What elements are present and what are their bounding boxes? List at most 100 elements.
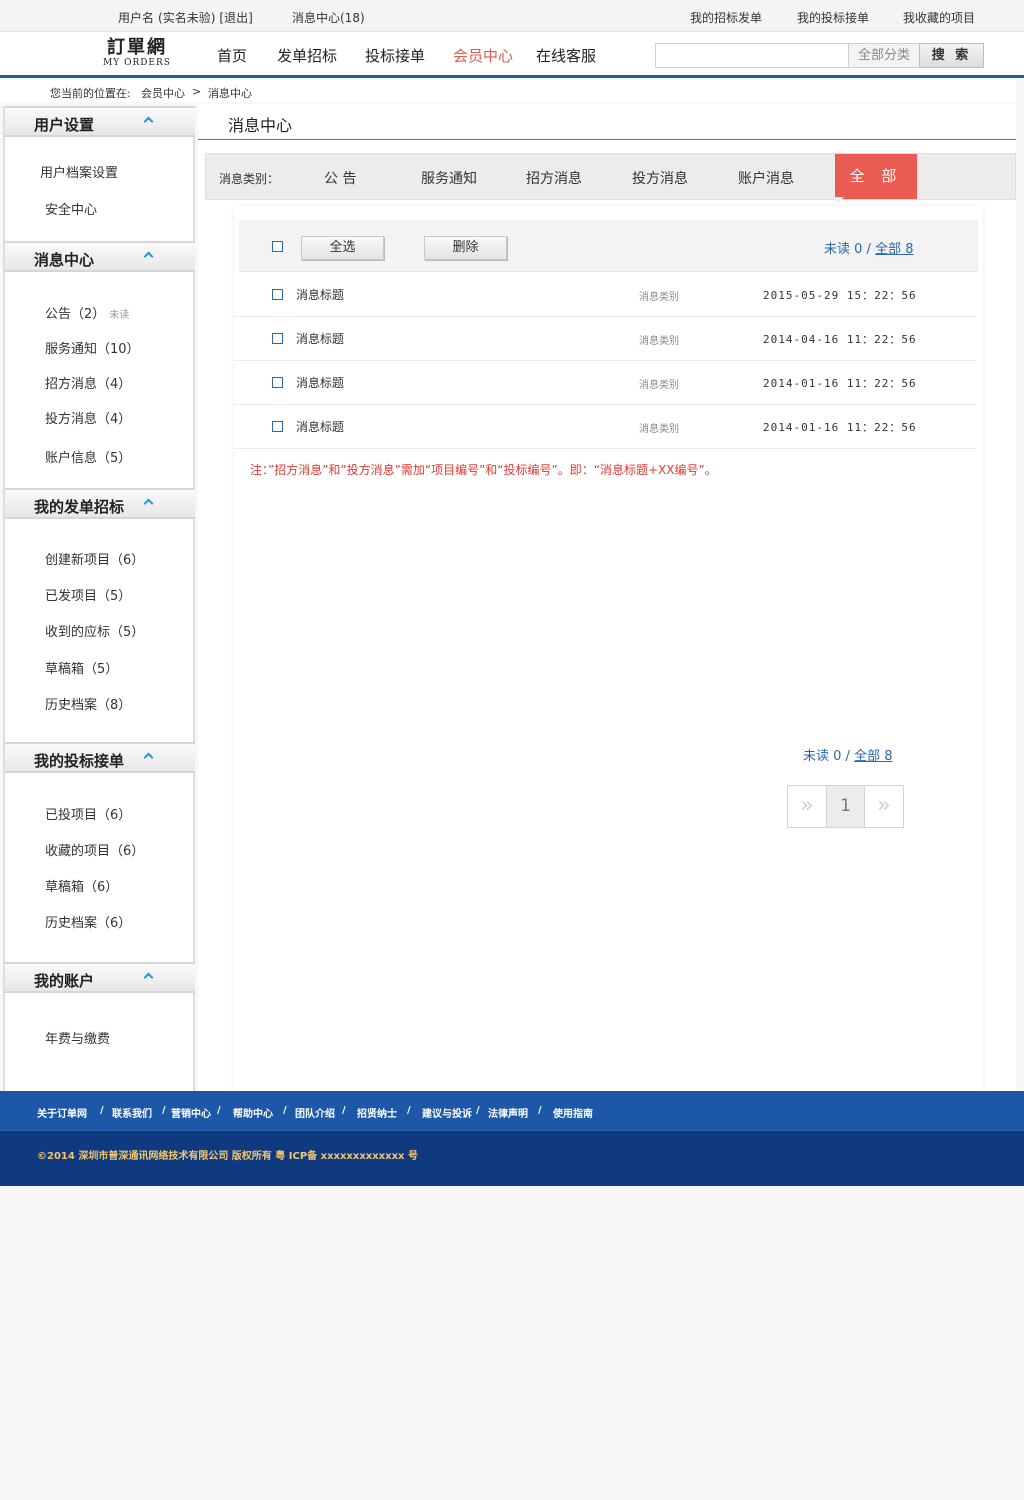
tab-bidder-msg[interactable]: 投方消息 xyxy=(632,168,688,188)
my-bid-link[interactable]: 我的投标接单 xyxy=(797,9,869,26)
chevron-up-icon[interactable] xyxy=(143,752,154,763)
sidebar-item-published-projects[interactable]: 已发项目（5） xyxy=(45,585,131,604)
user-info: 用户名 (实名未验) [退出] xyxy=(118,9,257,26)
all-count-link[interactable]: 全部 8 xyxy=(875,242,913,257)
message-row[interactable]: 消息标题 消息类别 2015-05-29 15：22：56 xyxy=(234,273,976,317)
tab-tenderer-msg[interactable]: 招方消息 xyxy=(526,168,582,188)
footer-link-team[interactable]: 团队介绍 xyxy=(295,1105,335,1120)
footer-link-feedback[interactable]: 建议与投诉 xyxy=(422,1105,472,1120)
nav-bid[interactable]: 投标接单 xyxy=(365,45,425,66)
search-category-select[interactable]: 全部分类 xyxy=(848,43,920,68)
bottom-message-count: 未读 0 / 全部 8 xyxy=(803,745,892,764)
footer-link-contact[interactable]: 联系我们 xyxy=(112,1105,152,1120)
select-all-button[interactable]: 全选 xyxy=(301,236,384,260)
delete-button[interactable]: 删除 xyxy=(424,236,507,260)
message-category: 消息类别 xyxy=(639,380,679,391)
message-toolbar: 全选 删除 未读 0 / 全部 8 xyxy=(239,220,978,272)
footer-links: 关于订单网 / 联系我们 / 营销中心 / 帮助中心 / 团队介绍 / 招贤纳士… xyxy=(0,1091,1024,1130)
message-category: 消息类别 xyxy=(639,292,679,303)
nav-member-center[interactable]: 会员中心 xyxy=(453,45,513,66)
tab-service-notice[interactable]: 服务通知 xyxy=(421,168,477,188)
prev-page-icon[interactable]: » xyxy=(788,786,826,827)
search-input[interactable] xyxy=(655,43,849,68)
sidebar-item-service-notice[interactable]: 服务通知（10） xyxy=(45,338,140,357)
sidebar-item-received-bids[interactable]: 收到的应标（5） xyxy=(45,621,144,640)
message-category: 消息类别 xyxy=(639,336,679,347)
header: 訂單網 MY ORDERS 首页 发单招标 投标接单 会员中心 在线客服 全部分… xyxy=(0,32,1024,78)
next-page-icon[interactable]: » xyxy=(865,786,903,827)
sidebar-section-title: 我的投标接单 xyxy=(34,752,125,770)
tab-announcement[interactable]: 公 告 xyxy=(324,168,356,188)
sidebar-section-title: 我的发单招标 xyxy=(34,498,125,516)
message-count: 未读 0 / 全部 8 xyxy=(824,238,913,257)
nav-online-service[interactable]: 在线客服 xyxy=(536,45,596,66)
footer-link-about[interactable]: 关于订单网 xyxy=(37,1105,87,1120)
breadcrumb-member-center[interactable]: 会员中心 xyxy=(141,85,185,101)
message-date: 2014-04-16 11：22：56 xyxy=(763,333,917,346)
message-center-link[interactable]: 消息中心(18) xyxy=(292,9,365,26)
select-all-checkbox[interactable] xyxy=(272,241,283,252)
all-count-link[interactable]: 全部 8 xyxy=(854,749,892,764)
message-title[interactable]: 消息标题 xyxy=(296,286,344,303)
sidebar-item-security[interactable]: 安全中心 xyxy=(45,199,97,218)
sidebar-item-annual-fee[interactable]: 年费与缴费 xyxy=(45,1028,110,1047)
sidebar-item-history[interactable]: 历史档案（8） xyxy=(45,694,131,713)
my-favorites-link[interactable]: 我收藏的项目 xyxy=(903,9,975,26)
logout-link[interactable]: [退出] xyxy=(219,11,252,25)
row-checkbox[interactable] xyxy=(272,421,283,432)
sidebar-item-account-info[interactable]: 账户信息（5） xyxy=(45,447,131,466)
sidebar-section-my-tenders[interactable]: 我的发单招标 xyxy=(5,488,195,519)
sidebar-section-my-account[interactable]: 我的账户 xyxy=(5,962,195,993)
sidebar-section-my-bids[interactable]: 我的投标接单 xyxy=(5,742,195,773)
message-row[interactable]: 消息标题 消息类别 2014-01-16 11：22：56 xyxy=(234,361,976,405)
tab-account-msg[interactable]: 账户消息 xyxy=(738,168,794,188)
breadcrumb: 您当前的位置在: 会员中心 > 消息中心 xyxy=(0,80,1016,102)
footer-link-help[interactable]: 帮助中心 xyxy=(233,1105,273,1120)
logo-cn: 訂單網 xyxy=(107,37,167,58)
chevron-up-icon[interactable] xyxy=(143,116,154,127)
row-checkbox[interactable] xyxy=(272,289,283,300)
sidebar-item-bid-drafts[interactable]: 草稿箱（6） xyxy=(45,876,118,895)
sidebar-item-profile[interactable]: 用户档案设置 xyxy=(40,162,118,181)
logo[interactable]: 訂單網 MY ORDERS xyxy=(98,38,176,70)
chevron-up-icon[interactable] xyxy=(143,972,154,983)
chevron-up-icon[interactable] xyxy=(143,498,154,509)
message-title[interactable]: 消息标题 xyxy=(296,418,344,435)
logo-en: MY ORDERS xyxy=(103,58,171,68)
page-number[interactable]: 1 xyxy=(826,786,865,827)
nav-post-tender[interactable]: 发单招标 xyxy=(277,45,337,66)
message-row[interactable]: 消息标题 消息类别 2014-01-16 11：22：56 xyxy=(234,405,976,449)
chevron-up-icon[interactable] xyxy=(143,251,154,262)
sidebar-item-announcement[interactable]: 公告（2） 未读 xyxy=(45,303,129,322)
sidebar-item-bid-history[interactable]: 历史档案（6） xyxy=(45,912,131,931)
username[interactable]: 用户名 xyxy=(118,11,154,25)
message-row[interactable]: 消息标题 消息类别 2014-04-16 11：22：56 xyxy=(234,317,976,361)
main-content: 消息中心 消息类别： 公 告 服务通知 招方消息 投方消息 账户消息 全 部 全… xyxy=(198,104,1016,1091)
copyright-text: ©2014 深圳市普深通讯网络技术有限公司 版权所有 粤 ICP备 xxxxxx… xyxy=(37,1151,418,1162)
footer-sep: / xyxy=(283,1105,287,1116)
my-tender-link[interactable]: 我的招标发单 xyxy=(690,9,762,26)
row-checkbox[interactable] xyxy=(272,377,283,388)
sidebar-section-user-settings[interactable]: 用户设置 xyxy=(5,106,195,137)
sidebar-item-favorite-projects[interactable]: 收藏的项目（6） xyxy=(45,840,144,859)
footer-sep: / xyxy=(162,1105,166,1116)
sidebar-item-create-project[interactable]: 创建新项目（6） xyxy=(45,549,144,568)
sidebar-item-bidded-projects[interactable]: 已投项目（6） xyxy=(45,804,131,823)
footer-link-marketing[interactable]: 营销中心 xyxy=(171,1105,211,1120)
message-panel: 全选 删除 未读 0 / 全部 8 消息标题 消息类别 2015-05-29 1… xyxy=(234,206,983,1091)
sidebar-item-tenderer-msg[interactable]: 招方消息（4） xyxy=(45,373,131,392)
sidebar-section-message-center[interactable]: 消息中心 xyxy=(5,241,195,272)
footer-link-guide[interactable]: 使用指南 xyxy=(553,1105,593,1120)
sidebar-item-bidder-msg[interactable]: 投方消息（4） xyxy=(45,408,131,427)
row-checkbox[interactable] xyxy=(272,333,283,344)
footer-link-careers[interactable]: 招贤纳士 xyxy=(357,1105,397,1120)
message-title[interactable]: 消息标题 xyxy=(296,374,344,391)
top-bar: 用户名 (实名未验) [退出] 消息中心(18) 我的招标发单 我的投标接单 我收藏… xyxy=(0,0,1024,32)
tab-all[interactable]: 全 部 xyxy=(835,154,917,199)
footer-link-legal[interactable]: 法律声明 xyxy=(488,1105,528,1120)
nav-home[interactable]: 首页 xyxy=(217,45,247,66)
search-button[interactable]: 搜 索 xyxy=(919,43,984,68)
message-title[interactable]: 消息标题 xyxy=(296,330,344,347)
sidebar-section-title: 我的账户 xyxy=(34,972,95,990)
sidebar-item-drafts[interactable]: 草稿箱（5） xyxy=(45,658,118,677)
